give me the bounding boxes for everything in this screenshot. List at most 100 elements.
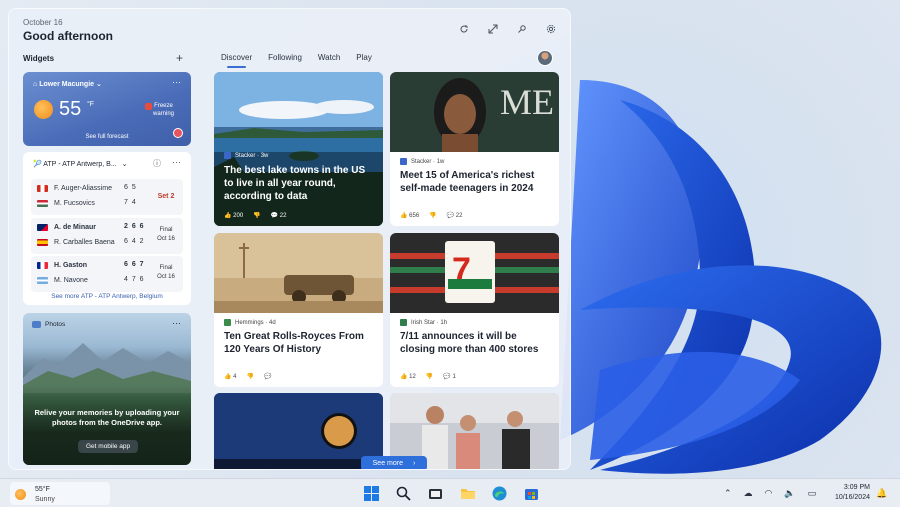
weather-location: ⌂ Lower Macungie ⌄	[33, 81, 102, 88]
see-forecast-link[interactable]: See full forecast	[23, 134, 191, 140]
dislike-button[interactable]: 👎	[429, 212, 436, 219]
player-row: A. de Minaur	[37, 222, 96, 233]
gear-icon[interactable]	[545, 23, 556, 34]
comment-button[interactable]: 💬	[264, 373, 271, 380]
get-mobile-app-button[interactable]: Get mobile app	[78, 440, 139, 453]
night-sky-photo	[214, 393, 383, 469]
chevron-right-icon: ›	[413, 460, 416, 467]
match-card[interactable]: F. Auger-Aliassime 6 5 M. Fucsovics 7 4 …	[31, 179, 183, 215]
news-title[interactable]: 7/11 announces it will be closing more t…	[400, 330, 551, 356]
task-view-icon	[429, 489, 442, 499]
system-tray: ⌃ ☁ ◠ 🔈 ▭	[724, 488, 816, 499]
taskbar: 55°F Sunny ⌃ ☁ ◠ 🔈 ▭ 3:09 PM 10/16/2024 …	[0, 478, 900, 507]
match-card[interactable]: H. Gaston 6 6 7 M. Navone 4 7 6 Final Oc…	[31, 256, 183, 292]
news-title[interactable]: The best lake towns in the US to live in…	[224, 164, 375, 203]
spain-flag-icon	[37, 239, 48, 246]
pin-icon[interactable]	[516, 23, 527, 34]
chevron-down-icon: ⌄	[121, 161, 128, 168]
see-more-tennis-link[interactable]: See more ATP - ATP Antwerp, Belgium	[23, 293, 191, 300]
tab-discover[interactable]: Discover	[221, 53, 252, 68]
player-score: 2 6 6	[124, 223, 145, 230]
start-button[interactable]	[362, 484, 381, 503]
weather-map-icon	[173, 128, 183, 138]
mountain-photo	[23, 343, 191, 393]
taskbar-weather-button[interactable]: 55°F Sunny	[10, 482, 110, 505]
profile-avatar[interactable]	[537, 50, 553, 66]
dislike-button[interactable]: 👎	[246, 373, 253, 380]
svg-text:ME: ME	[500, 82, 554, 122]
sports-widget[interactable]: 🎾 ATP - ATP Antwerp, B... ⌄ ⓘ ··· F. Aug…	[23, 152, 191, 305]
more-options-icon[interactable]: ···	[172, 77, 181, 87]
current-date: October 16	[23, 18, 63, 27]
more-options-icon[interactable]: ···	[172, 157, 181, 167]
dislike-button[interactable]: 👎	[426, 373, 433, 380]
comment-button[interactable]: 💬 22	[271, 212, 287, 219]
weather-alert[interactable]: Freeze warning	[153, 102, 174, 118]
weather-temperature: 55	[59, 98, 82, 120]
publisher-logo-icon	[400, 158, 407, 165]
expand-icon[interactable]	[487, 23, 498, 34]
news-card[interactable]: Stacker · 3w The best lake towns in the …	[214, 72, 383, 226]
vintage-car-photo	[214, 233, 383, 313]
hungary-flag-icon	[37, 200, 48, 207]
tab-following[interactable]: Following	[268, 53, 302, 68]
sports-widget-title[interactable]: 🎾 ATP - ATP Antwerp, B... ⌄	[33, 160, 128, 168]
search-button[interactable]	[394, 484, 413, 503]
wifi-icon[interactable]: ◠	[765, 488, 773, 499]
canada-flag-icon	[37, 185, 48, 192]
windows-bloom-wallpaper	[560, 80, 882, 474]
photos-widget[interactable]: Photos ··· Relive your memories by uploa…	[23, 313, 191, 465]
weather-widget[interactable]: ⌂ Lower Macungie ⌄ ··· 55 °F Freeze warn…	[23, 72, 191, 146]
refresh-icon[interactable]	[458, 23, 469, 34]
greeting: Good afternoon	[23, 29, 113, 43]
sun-icon	[34, 100, 53, 119]
volume-icon[interactable]: 🔈	[784, 488, 795, 499]
taskbar-clock[interactable]: 3:09 PM 10/16/2024	[826, 483, 870, 503]
dislike-button[interactable]: 👎	[253, 212, 260, 219]
news-source: Irish Star · 1h	[400, 319, 447, 326]
news-source: Hemmings · 4d	[224, 319, 276, 326]
publisher-logo-icon	[400, 319, 407, 326]
like-button[interactable]: 👍 12	[400, 373, 416, 380]
player-score: 6 5	[124, 184, 137, 191]
onedrive-cloud-icon[interactable]: ☁	[744, 488, 753, 499]
photos-message: Relive your memories by uploading your p…	[34, 408, 180, 427]
chevron-up-icon[interactable]: ⌃	[724, 488, 732, 499]
news-card[interactable]: ME Stacker · 1w Meet 15 of America's ric…	[390, 72, 559, 226]
match-status: Final Oct 16	[157, 227, 175, 242]
taskbar-weather-desc: Sunny	[35, 496, 55, 503]
comment-button[interactable]: 💬 22	[447, 212, 463, 219]
news-title[interactable]: Ten Great Rolls-Royces From 120 Years Of…	[224, 330, 375, 356]
taskbar-weather-temp: 55°F	[35, 486, 50, 493]
battery-icon[interactable]: ▭	[808, 488, 817, 499]
match-status: Set 2	[157, 193, 175, 200]
add-widget-button[interactable]: +	[176, 51, 183, 65]
feed-tabs: Discover Following Watch Play	[221, 53, 372, 68]
like-button[interactable]: 👍 4	[224, 373, 236, 380]
like-button[interactable]: 👍 656	[400, 212, 419, 219]
news-engagement: 👍 4 👎 💬	[224, 373, 271, 380]
store-button[interactable]	[522, 484, 541, 503]
task-view-button[interactable]	[426, 484, 445, 503]
news-card[interactable]: Hemmings · 4d Ten Great Rolls-Royces Fro…	[214, 233, 383, 387]
news-engagement: 👍 656 👎 💬 22	[400, 212, 462, 219]
widgets-heading: Widgets	[23, 54, 55, 63]
news-card[interactable]	[214, 393, 383, 469]
info-icon[interactable]: ⓘ	[153, 158, 161, 169]
tennis-icon: 🎾	[33, 161, 42, 168]
news-title[interactable]: Meet 15 of America's richest self-made t…	[400, 169, 551, 195]
file-explorer-button[interactable]	[458, 484, 477, 503]
player-score: 7 4	[124, 199, 137, 206]
comment-button[interactable]: 💬 1	[443, 373, 455, 380]
more-options-icon[interactable]: ···	[172, 318, 181, 328]
see-more-button[interactable]: See more ›	[361, 456, 427, 469]
australia-flag-icon	[37, 224, 48, 231]
like-button[interactable]: 👍 200	[224, 212, 243, 219]
match-card[interactable]: A. de Minaur 2 6 6 R. Carballes Baena 6 …	[31, 218, 183, 254]
news-card[interactable]: 7 Irish Star · 1h 7/11 announces it will…	[390, 233, 559, 387]
notification-bell-icon[interactable]: 🔔	[876, 488, 887, 499]
news-source: Stacker · 3w	[224, 152, 268, 159]
edge-browser-button[interactable]	[490, 484, 509, 503]
tab-watch[interactable]: Watch	[318, 53, 340, 68]
tab-play[interactable]: Play	[356, 53, 372, 68]
